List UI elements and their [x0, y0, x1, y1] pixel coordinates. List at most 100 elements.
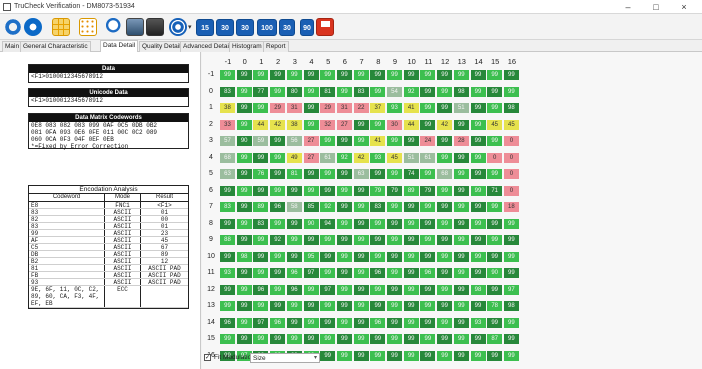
minimize-button[interactable]: –	[618, 0, 638, 14]
codeword-cell: DB	[29, 251, 105, 257]
grid-cell: 99	[270, 301, 286, 311]
grid-cell: 99	[403, 350, 419, 361]
row-header: 12	[207, 285, 215, 293]
row-header: 4	[209, 153, 213, 161]
table-row: DB ASCII 89	[29, 251, 188, 258]
grid-cell: 99	[336, 235, 352, 245]
fit-grid-checkbox[interactable]: ✓	[204, 354, 211, 361]
grid-cell: 99	[487, 350, 503, 361]
grid-cell: 81	[286, 169, 302, 179]
level-button-5[interactable]: 30	[279, 19, 295, 36]
grid-cell: 99	[420, 86, 436, 97]
target-icon[interactable]	[169, 18, 187, 36]
grid-cell: 41	[370, 136, 386, 146]
row-header: 11	[207, 269, 215, 276]
grid-cell: 99	[387, 202, 402, 212]
grid-cell: 99	[270, 251, 286, 262]
grid-cell: 99	[220, 218, 235, 229]
grid-cell: 99	[303, 235, 319, 245]
grid-cell: 99	[437, 136, 453, 146]
grid-cell: 99	[387, 350, 402, 361]
tab-general-characteristic[interactable]: General Characteristic	[20, 41, 91, 52]
table-row: C5 ASCII 67	[29, 244, 188, 251]
grid-cell: 99	[236, 218, 252, 229]
grid-cell: 99	[470, 136, 486, 146]
tab-data-detail[interactable]: Data Detail	[100, 40, 139, 52]
codeword-cell: 82	[29, 216, 105, 222]
mode-cell: FNC1	[105, 202, 141, 209]
chevron-down-icon[interactable]: ▾	[188, 24, 194, 32]
grid-cell: 99	[487, 317, 503, 328]
grid-cell: 99	[370, 235, 386, 245]
column-header: 15	[491, 57, 500, 66]
grid-cell: 78	[487, 301, 503, 311]
grid-cell: 99	[336, 284, 352, 295]
grid-cell: 99	[270, 70, 286, 80]
tab-histogram[interactable]: Histogram	[229, 41, 265, 52]
grid-cell: 98	[503, 103, 519, 113]
grid-cell: 92	[403, 86, 419, 97]
grid-cell: 99	[453, 202, 469, 212]
column-header: 10	[407, 57, 416, 66]
row-header: 14	[207, 318, 215, 326]
image-dark-icon[interactable]	[146, 18, 164, 36]
module-grid-icon[interactable]	[52, 18, 70, 36]
zoom-icon[interactable]	[106, 18, 124, 36]
grid-cell: 99	[503, 268, 519, 278]
maximize-button[interactable]: □	[646, 0, 666, 14]
tab-advanced-detail[interactable]: Advanced Detail	[180, 41, 234, 52]
grid-cell: 96	[370, 268, 386, 278]
grid-cell: 99	[370, 169, 386, 179]
level-button-1[interactable]: 15	[196, 19, 214, 36]
grid-cell: 98	[503, 301, 519, 311]
fit-grid-select-value: Size	[253, 355, 266, 362]
grid-cell: 99	[503, 70, 519, 80]
level-button-4[interactable]: 100	[257, 19, 277, 36]
tab-report[interactable]: Report	[263, 41, 289, 52]
level-button-2[interactable]: 30	[216, 19, 234, 36]
grid-cell: 99	[503, 350, 519, 361]
grid-cell: 42	[353, 152, 369, 163]
grid-cell: 99	[353, 251, 369, 262]
dotted-grid-icon[interactable]	[79, 18, 97, 36]
encodation-header-row: Codeword Mode Result	[29, 194, 188, 202]
grid-cell: 71	[487, 185, 503, 196]
grid-cell: 99	[403, 317, 419, 328]
gear-refresh-icon[interactable]	[4, 18, 22, 36]
level-button-3[interactable]: 30	[236, 19, 254, 36]
close-button[interactable]: ×	[674, 0, 694, 14]
column-header: 8	[376, 57, 381, 66]
fit-grid-select[interactable]: Size ▾	[250, 353, 320, 363]
level-button-6[interactable]: 90	[300, 19, 314, 36]
grid-cell: 99	[453, 251, 469, 262]
grid-cell: 99	[453, 235, 469, 245]
table-row: B2 ASCII 12	[29, 258, 188, 265]
column-header: 11	[424, 57, 433, 66]
image-icon[interactable]	[126, 18, 144, 36]
grid-cell: 44	[253, 119, 269, 130]
grid-cell: 99	[420, 103, 436, 113]
grid-cell: 99	[236, 268, 252, 278]
encodation-body: E8 FNC1 <F1> 83 ASCII 01 82 ASCII 00 83 ASCII 01 99 A…	[29, 202, 188, 308]
grid-cell: 90	[303, 218, 319, 229]
refresh-icon[interactable]	[24, 18, 42, 36]
grid-cell: 77	[253, 86, 269, 97]
row-header: 6	[209, 186, 213, 194]
grid-cell: 99	[470, 301, 486, 311]
column-header: 16	[507, 57, 517, 66]
tab-quality-detail[interactable]: Quality Detail	[139, 41, 184, 52]
grid-cell: 99	[437, 185, 453, 196]
grid-cell: 27	[303, 152, 319, 163]
grid-cell: 99	[470, 103, 486, 113]
grid-cell: 54	[387, 86, 402, 97]
grid-cell: 99	[253, 152, 269, 163]
row-header: 3	[209, 137, 213, 144]
save-icon[interactable]	[316, 18, 334, 36]
grid-cell: 99	[220, 284, 235, 295]
grid-cell: 99	[286, 70, 302, 80]
grid-cell: 99	[236, 202, 252, 212]
grid-cell: 99	[320, 235, 336, 245]
grid-cell: 99	[253, 334, 269, 344]
grid-cell: 31	[336, 103, 352, 113]
grid-cell: 59	[253, 136, 269, 146]
